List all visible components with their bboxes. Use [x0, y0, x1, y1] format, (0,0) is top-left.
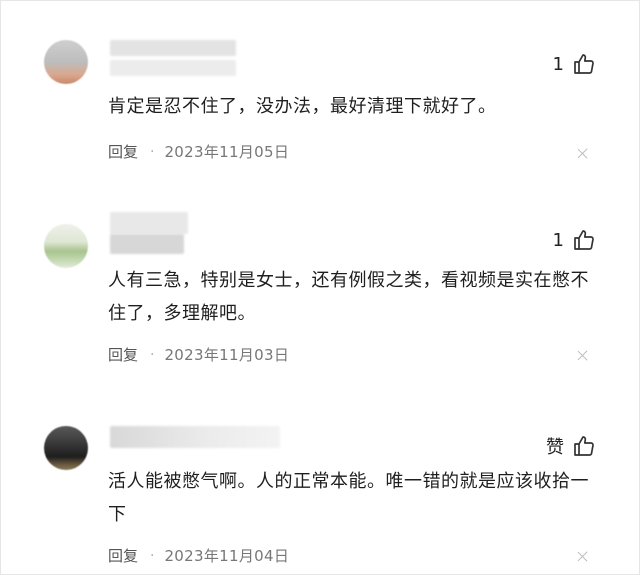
comment-text: 肯定是忍不住了，没办法，最好清理下就好了。 [108, 96, 497, 117]
separator-dot: · [150, 346, 155, 363]
like-button[interactable]: 赞 [546, 433, 596, 459]
comment-date: 2023年11月05日 [164, 143, 290, 161]
comment-date: 2023年11月03日 [164, 346, 290, 364]
username-blurred[interactable] [110, 212, 188, 234]
close-icon[interactable] [576, 147, 590, 161]
avatar[interactable] [44, 224, 88, 268]
avatar[interactable] [44, 426, 88, 470]
comment-date: 2023年11月04日 [164, 547, 290, 565]
reply-button[interactable]: 回复 [108, 344, 138, 365]
separator-dot: · [150, 547, 155, 564]
like-label: 赞 [546, 437, 564, 458]
like-button[interactable]: 1 [553, 228, 596, 252]
reply-button[interactable]: 回复 [108, 545, 138, 566]
separator-dot: · [150, 143, 155, 160]
comment-text: 活人能被憋气啊。人的正常本能。唯一错的就是应该收拾一下 [108, 471, 589, 525]
reply-button[interactable]: 回复 [108, 141, 138, 162]
username-blurred [110, 234, 184, 254]
like-count: 1 [552, 53, 564, 75]
username-blurred[interactable] [110, 426, 280, 448]
username-blurred[interactable] [110, 40, 236, 56]
comment-meta: 回复 · 2023年11月04日 [108, 545, 289, 566]
username-blurred [110, 60, 236, 76]
like-button[interactable]: 1 [553, 52, 596, 76]
close-icon[interactable] [576, 349, 590, 363]
thumbs-up-icon [574, 436, 594, 456]
comment-meta: 回复 · 2023年11月03日 [108, 344, 289, 365]
thumbs-up-icon [574, 230, 594, 250]
avatar[interactable] [44, 40, 88, 84]
comment-text: 人有三急，特别是女士，还有例假之类，看视频是实在憋不住了，多理解吧。 [108, 270, 589, 324]
like-count: 1 [552, 229, 564, 251]
comment-meta: 回复 · 2023年11月05日 [108, 141, 289, 162]
close-icon[interactable] [576, 550, 590, 564]
thumbs-up-icon [574, 54, 594, 74]
